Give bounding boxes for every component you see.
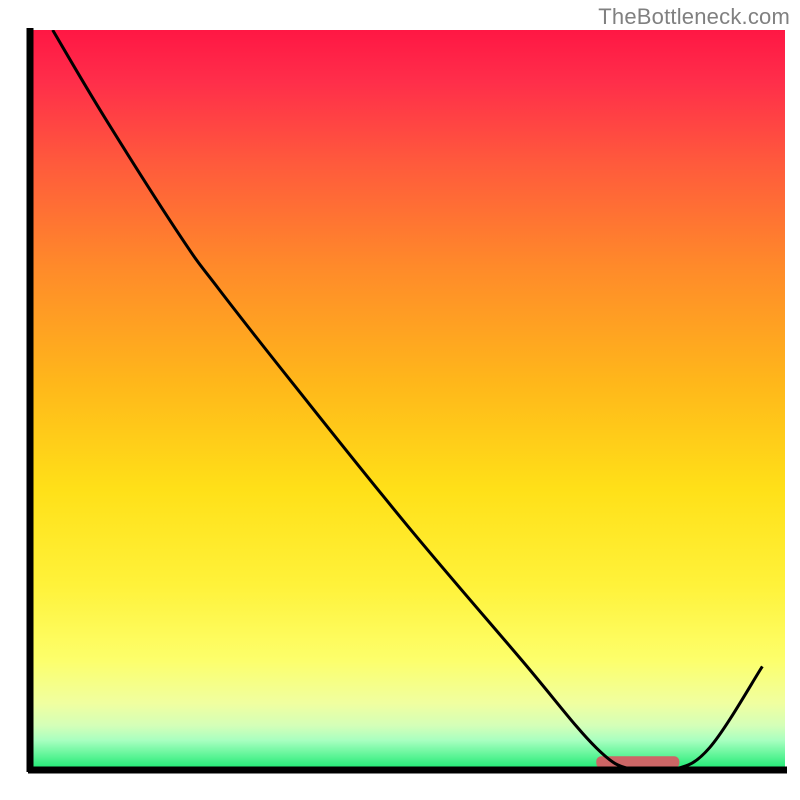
chart-container: { "watermark": "TheBottleneck.com", "cha… [0, 0, 800, 800]
bottleneck-chart [0, 0, 800, 800]
plot-background [30, 30, 785, 770]
watermark-text: TheBottleneck.com [598, 4, 790, 30]
